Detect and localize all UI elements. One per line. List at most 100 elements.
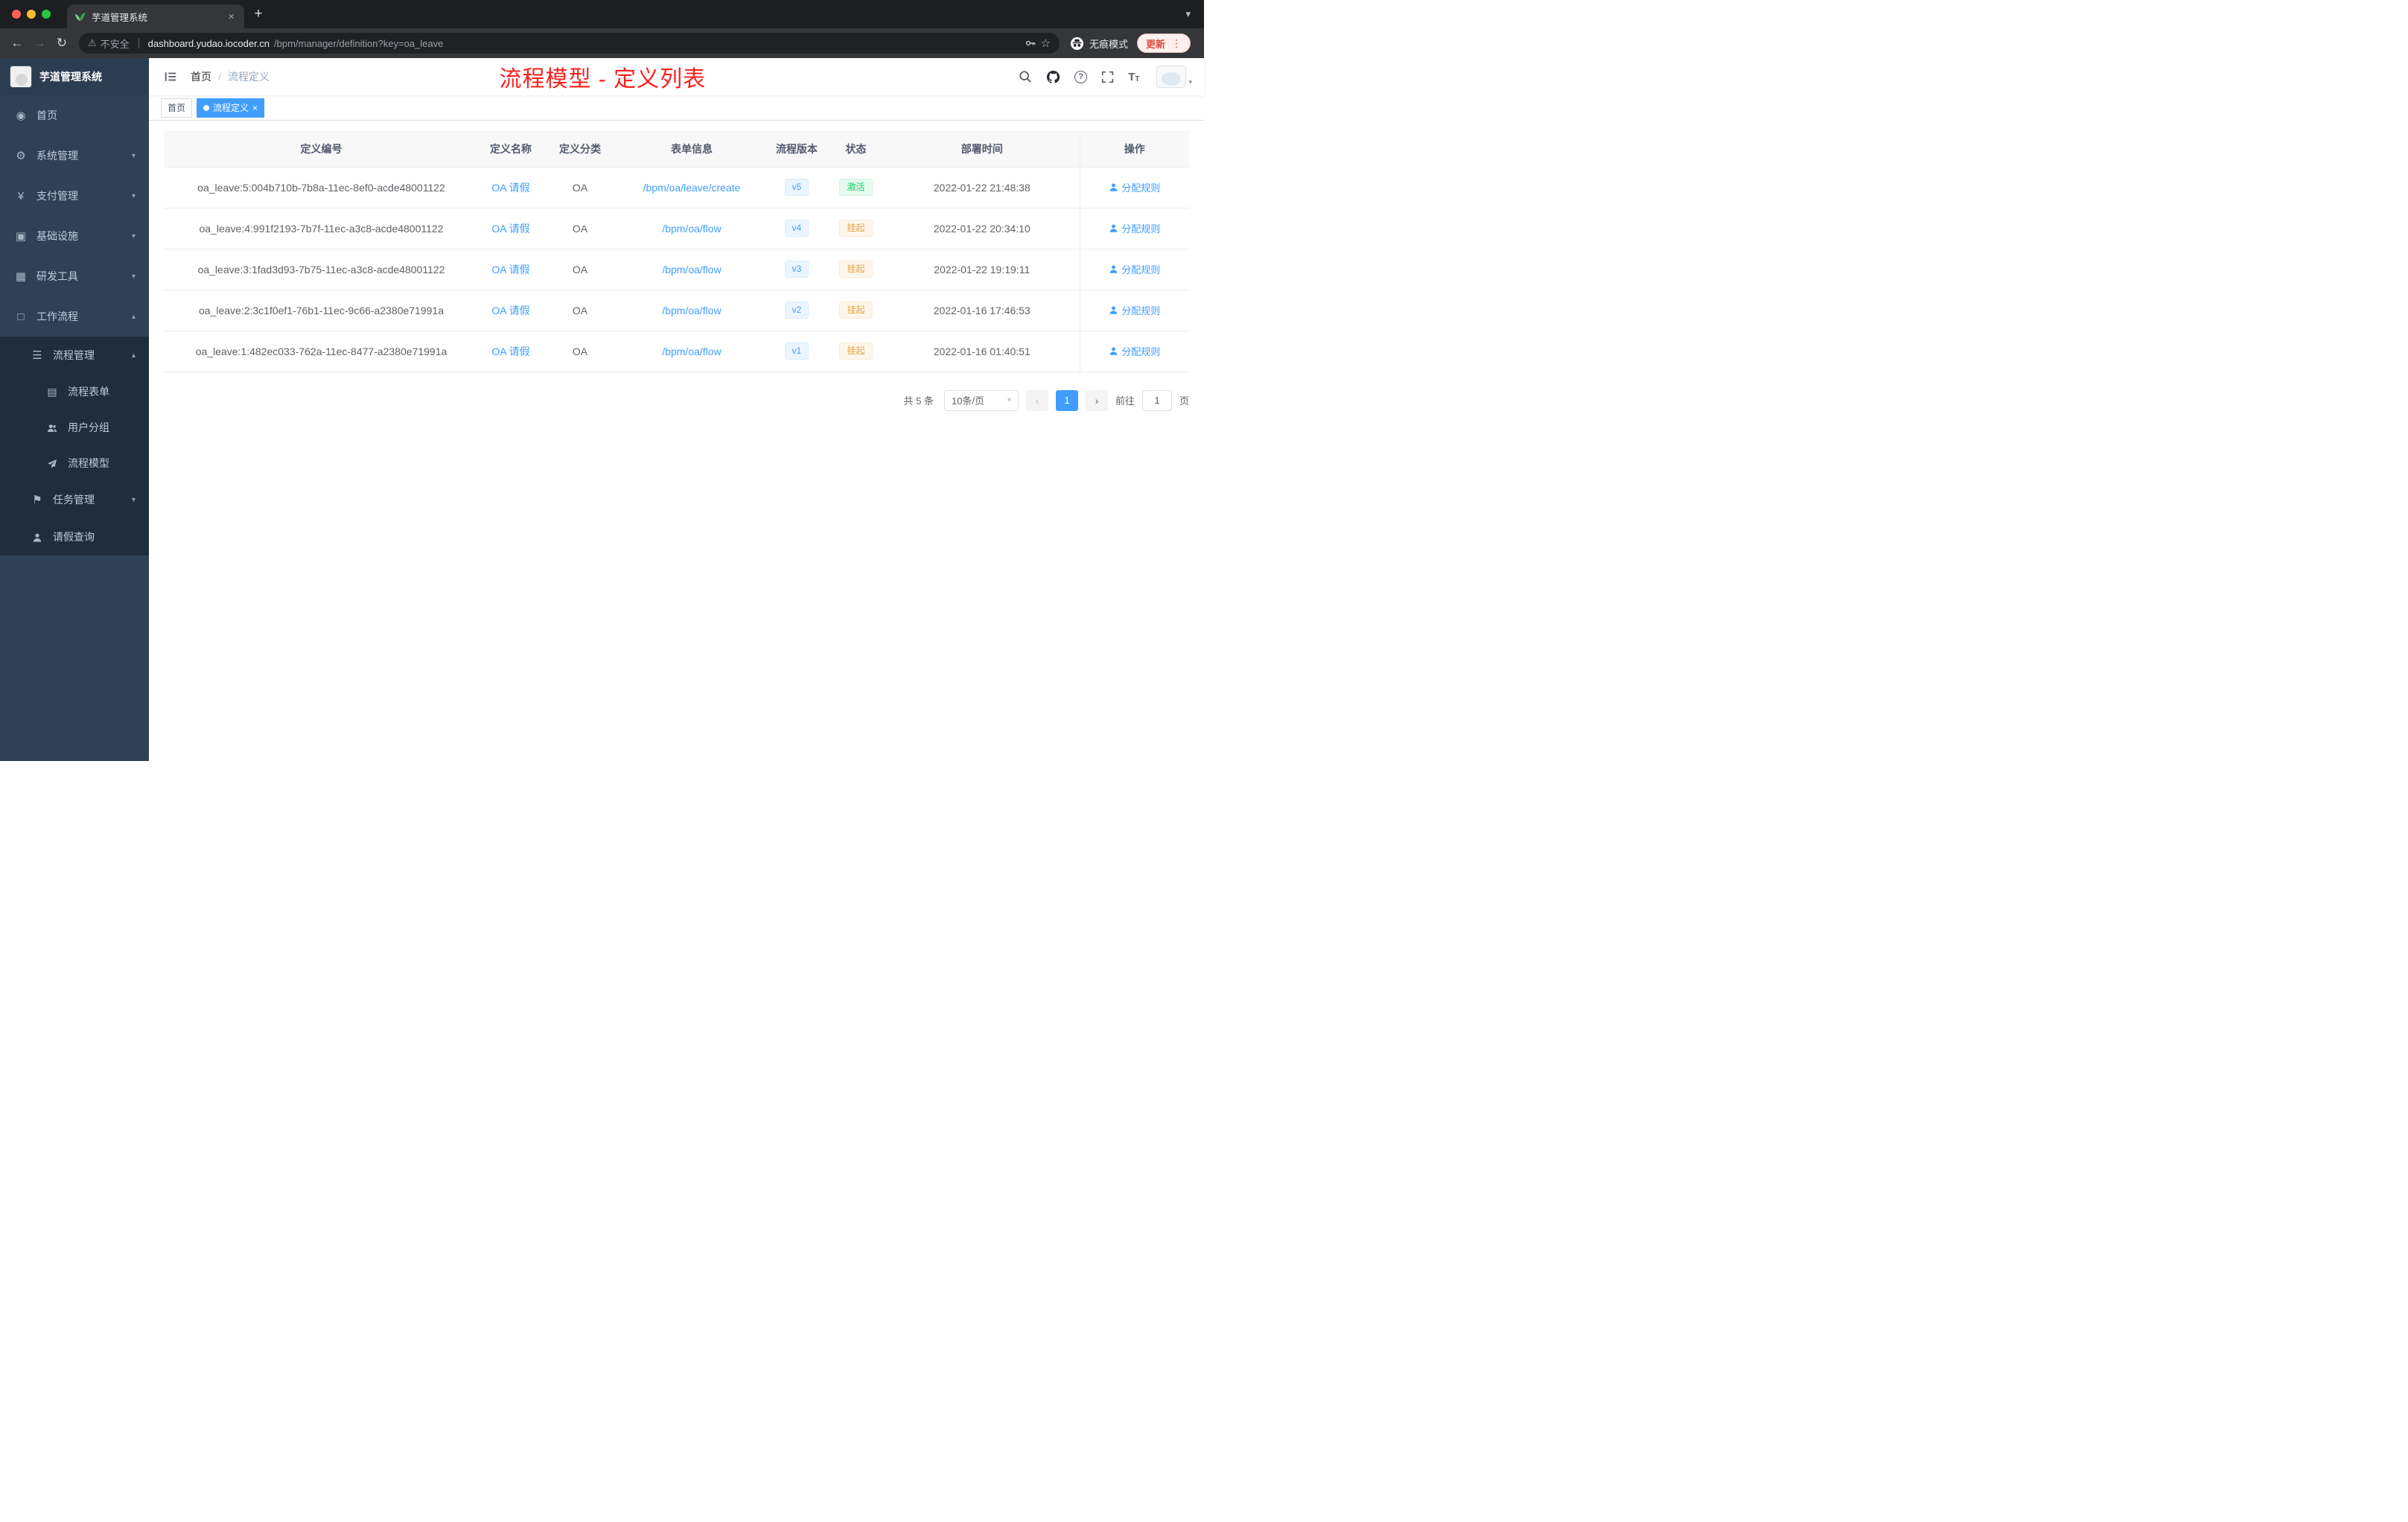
- goto-label: 前往: [1115, 395, 1135, 407]
- select-caret-icon: ▾: [1007, 396, 1011, 404]
- version-badge[interactable]: v5: [784, 179, 809, 196]
- cell-name-link[interactable]: OA 请假: [479, 290, 543, 331]
- version-badge[interactable]: v1: [784, 343, 809, 360]
- github-icon[interactable]: [1046, 70, 1060, 84]
- sidebar-logo[interactable]: 芋道管理系统: [0, 58, 149, 95]
- assign-rule-label: 分配规则: [1121, 305, 1161, 316]
- tag-process-definition[interactable]: 流程定义 ×: [197, 98, 265, 118]
- tab-close-icon[interactable]: ×: [226, 10, 237, 24]
- help-icon[interactable]: ?: [1074, 70, 1088, 83]
- sidebar-item-process-model[interactable]: 流程模型: [0, 445, 149, 481]
- version-badge[interactable]: v3: [784, 261, 809, 278]
- sidebar-item-label: 用户分组: [68, 421, 109, 433]
- password-key-icon[interactable]: [1025, 37, 1036, 49]
- assign-rule-button[interactable]: 分配规则: [1109, 221, 1160, 235]
- sidebar-item-workflow[interactable]: □ 工作流程 ▴: [0, 296, 149, 337]
- pagination: 共 5 条 10条/页 ▾ ‹ 1 › 前往 页: [164, 389, 1189, 411]
- sidebar-collapse-icon[interactable]: [161, 67, 180, 86]
- status-badge: 激活: [839, 179, 873, 196]
- caret-down-icon: ▾: [1188, 78, 1192, 86]
- table-row: oa_leave:3:1fad3d93-7b75-11ec-a3c8-acde4…: [164, 249, 1189, 290]
- sidebar-item-system[interactable]: ⚙ 系统管理 ▾: [0, 136, 149, 176]
- browser-menu-update-chip[interactable]: 更新 ⋮: [1136, 34, 1191, 53]
- sidebar-item-label: 流程表单: [68, 386, 109, 398]
- version-badge[interactable]: v4: [784, 220, 809, 237]
- tab-search-icon[interactable]: ▾: [1172, 8, 1204, 20]
- status-badge: 挂起: [839, 302, 873, 319]
- bookmark-star-icon[interactable]: ☆: [1041, 36, 1051, 50]
- update-label[interactable]: 更新: [1146, 36, 1165, 51]
- column-header-ops: 操作: [1079, 131, 1189, 168]
- back-button[interactable]: ←: [6, 32, 28, 54]
- reload-button[interactable]: ↻: [51, 32, 73, 54]
- cell-time: 2022-01-22 20:34:10: [885, 208, 1080, 249]
- page-number-button[interactable]: 1: [1055, 389, 1078, 411]
- font-size-icon[interactable]: TT: [1128, 71, 1139, 83]
- cell-form-link[interactable]: /bpm/oa/flow: [617, 331, 766, 372]
- forward-button[interactable]: →: [28, 32, 51, 54]
- sidebar-item-user-group[interactable]: 用户分组: [0, 410, 149, 445]
- kebab-menu-icon[interactable]: ⋮: [1171, 37, 1182, 50]
- goto-page-input[interactable]: [1141, 389, 1172, 411]
- new-tab-button[interactable]: +: [247, 3, 270, 25]
- active-dot: [203, 104, 210, 111]
- dashboard-icon: ◉: [16, 109, 26, 122]
- fullscreen-icon[interactable]: [1101, 71, 1114, 83]
- cell-time: 2022-01-22 21:48:38: [885, 167, 1080, 208]
- cell-name-link[interactable]: OA 请假: [479, 208, 543, 249]
- column-header-category: 定义分类: [543, 131, 617, 168]
- sidebar-item-devtools[interactable]: ▦ 研发工具 ▾: [0, 256, 149, 296]
- cell-name-link[interactable]: OA 请假: [479, 249, 543, 290]
- sidebar-item-leave-query[interactable]: 请假查询: [0, 518, 149, 555]
- cell-id: oa_leave:1:482ec033-762a-11ec-8477-a2380…: [164, 331, 479, 372]
- tag-label: 首页: [168, 103, 186, 113]
- sidebar-item-payment[interactable]: ¥ 支付管理 ▾: [0, 176, 149, 216]
- chevron-down-icon: ▾: [131, 272, 136, 281]
- cell-name-link[interactable]: OA 请假: [479, 167, 543, 208]
- cell-time: 2022-01-16 17:46:53: [885, 290, 1080, 331]
- security-chip[interactable]: ⚠ 不安全: [88, 36, 130, 51]
- cell-form-link[interactable]: /bpm/oa/flow: [617, 249, 766, 290]
- tag-close-icon[interactable]: ×: [252, 104, 258, 112]
- search-icon[interactable]: [1019, 70, 1032, 83]
- page-size-select[interactable]: 10条/页 ▾: [943, 389, 1019, 411]
- cell-form-link[interactable]: /bpm/oa/leave/create: [617, 167, 766, 208]
- assign-rule-button[interactable]: 分配规则: [1109, 303, 1160, 317]
- sidebar-item-process-management[interactable]: ☰ 流程管理 ▴: [0, 337, 149, 374]
- sidebar-item-process-form[interactable]: ▤ 流程表单: [0, 374, 149, 410]
- browser-tab[interactable]: 芋道管理系统 ×: [67, 4, 244, 28]
- security-label: 不安全: [100, 38, 130, 50]
- window-close-button[interactable]: [12, 10, 21, 19]
- sidebar-item-task-management[interactable]: ⚑ 任务管理 ▾: [0, 481, 149, 518]
- user-avatar-menu[interactable]: ▾: [1156, 66, 1192, 88]
- sidebar-item-label: 首页: [36, 109, 57, 121]
- window-minimize-button[interactable]: [27, 10, 36, 19]
- cell-time: 2022-01-22 19:19:11: [885, 249, 1080, 290]
- assign-rule-label: 分配规则: [1121, 346, 1161, 357]
- assign-rule-button[interactable]: 分配规则: [1109, 180, 1160, 194]
- prev-page-button[interactable]: ‹: [1025, 389, 1048, 411]
- cell-category: OA: [543, 249, 617, 290]
- chevron-down-icon: ▾: [131, 191, 136, 200]
- sidebar-item-home[interactable]: ◉ 首页: [0, 95, 149, 136]
- font-small-glyph: T: [1135, 74, 1140, 83]
- window-zoom-button[interactable]: [42, 10, 51, 19]
- chevron-down-icon: ▾: [131, 151, 136, 160]
- main-area: 首页 / 流程定义 流程模型 - 定义列表 ? TT ▾ 首页 流程定义 × 定…: [149, 58, 1204, 761]
- table-row: oa_leave:4:991f2193-7b7f-11ec-a3c8-acde4…: [164, 208, 1189, 249]
- cell-form-link[interactable]: /bpm/oa/flow: [617, 290, 766, 331]
- next-page-button[interactable]: ›: [1085, 389, 1108, 411]
- tag-home[interactable]: 首页: [161, 98, 193, 118]
- cell-name-link[interactable]: OA 请假: [479, 331, 543, 372]
- cell-category: OA: [543, 167, 617, 208]
- version-badge[interactable]: v2: [784, 302, 809, 319]
- pagination-total: 共 5 条: [903, 395, 934, 407]
- address-bar[interactable]: ⚠ 不安全 dashboard.yudao.iocoder.cn /bpm/ma…: [79, 33, 1060, 54]
- breadcrumb-home[interactable]: 首页: [191, 69, 211, 84]
- assign-rule-button[interactable]: 分配规则: [1109, 344, 1160, 358]
- chevron-up-icon: ▴: [131, 351, 136, 360]
- assign-rule-label: 分配规则: [1121, 223, 1161, 235]
- sidebar-item-infrastructure[interactable]: ▣ 基础设施 ▾: [0, 216, 149, 256]
- cell-form-link[interactable]: /bpm/oa/flow: [617, 208, 766, 249]
- assign-rule-button[interactable]: 分配规则: [1109, 262, 1160, 276]
